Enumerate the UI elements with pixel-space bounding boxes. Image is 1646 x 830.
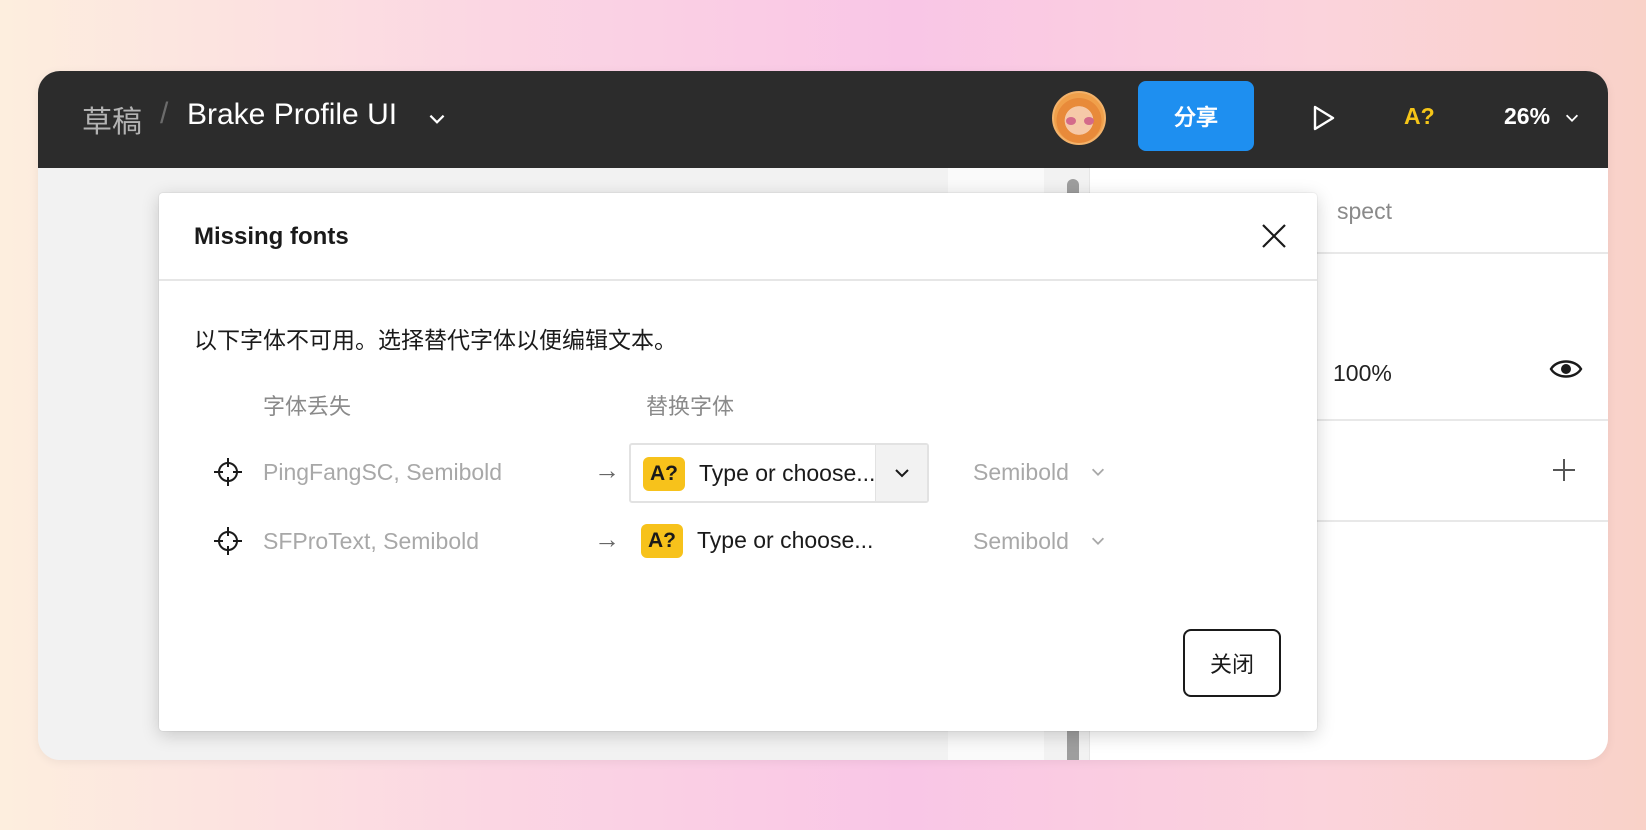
zoom-level[interactable]: 26% [1504,103,1550,130]
chevron-down-icon[interactable] [426,108,448,130]
crosshair-icon[interactable] [213,457,243,487]
dialog-title: Missing fonts [194,223,349,250]
crosshair-icon[interactable] [213,526,243,556]
arrow-right-icon: → [594,524,620,554]
avatar[interactable] [1052,91,1106,145]
replacement-font-dropdown[interactable] [875,445,927,501]
chevron-down-icon[interactable] [1563,109,1581,127]
replacement-font-input[interactable]: Type or choose... [699,460,877,487]
missing-font-row: SFProText, Semibold → A? Type or choose.… [159,512,1317,572]
font-weight-select[interactable]: Semibold [973,459,1069,486]
divider [159,279,1317,281]
breadcrumb-separator: / [160,97,169,130]
chevron-down-icon[interactable] [1089,532,1107,550]
tab-inspect[interactable]: spect [1337,198,1392,225]
close-icon[interactable] [1259,221,1289,251]
column-header-missing: 字体丢失 [263,395,352,420]
replacement-font-input[interactable]: Type or choose... [697,527,873,554]
missing-font-name: PingFangSC, Semibold [263,459,503,485]
opacity-value[interactable]: 100% [1333,360,1392,387]
replacement-font-select[interactable]: A? Type or choose... [629,443,929,503]
plus-icon[interactable] [1550,456,1578,484]
file-name[interactable]: Brake Profile UI [187,98,397,132]
avatar-eye [1066,117,1076,125]
missing-fonts-indicator[interactable]: A? [1404,103,1435,130]
play-icon[interactable] [1306,101,1340,135]
missing-font-badge: A? [641,524,683,558]
chevron-down-icon[interactable] [1089,463,1107,481]
close-button[interactable]: 关闭 [1183,629,1281,697]
arrow-right-icon: → [594,455,620,485]
chevron-down-icon [895,469,909,478]
top-bar: 草稿 / Brake Profile UI 分享 A? 26% [38,71,1608,168]
column-header-replacement: 替换字体 [646,395,735,420]
breadcrumb-drafts[interactable]: 草稿 [82,97,142,141]
dialog-description: 以下字体不可用。选择替代字体以便编辑文本。 [194,328,677,354]
share-button[interactable]: 分享 [1138,81,1254,151]
missing-fonts-dialog: Missing fonts 以下字体不可用。选择替代字体以便编辑文本。 字体丢失… [159,193,1317,731]
missing-font-row: PingFangSC, Semibold → A? Type or choose… [159,443,1317,503]
font-weight-select[interactable]: Semibold [973,528,1069,555]
avatar-eye [1084,117,1094,125]
replacement-font-select[interactable]: A? Type or choose... [629,512,929,572]
missing-font-name: SFProText, Semibold [263,528,480,554]
missing-font-badge: A? [643,457,685,491]
eye-icon[interactable] [1549,356,1583,382]
